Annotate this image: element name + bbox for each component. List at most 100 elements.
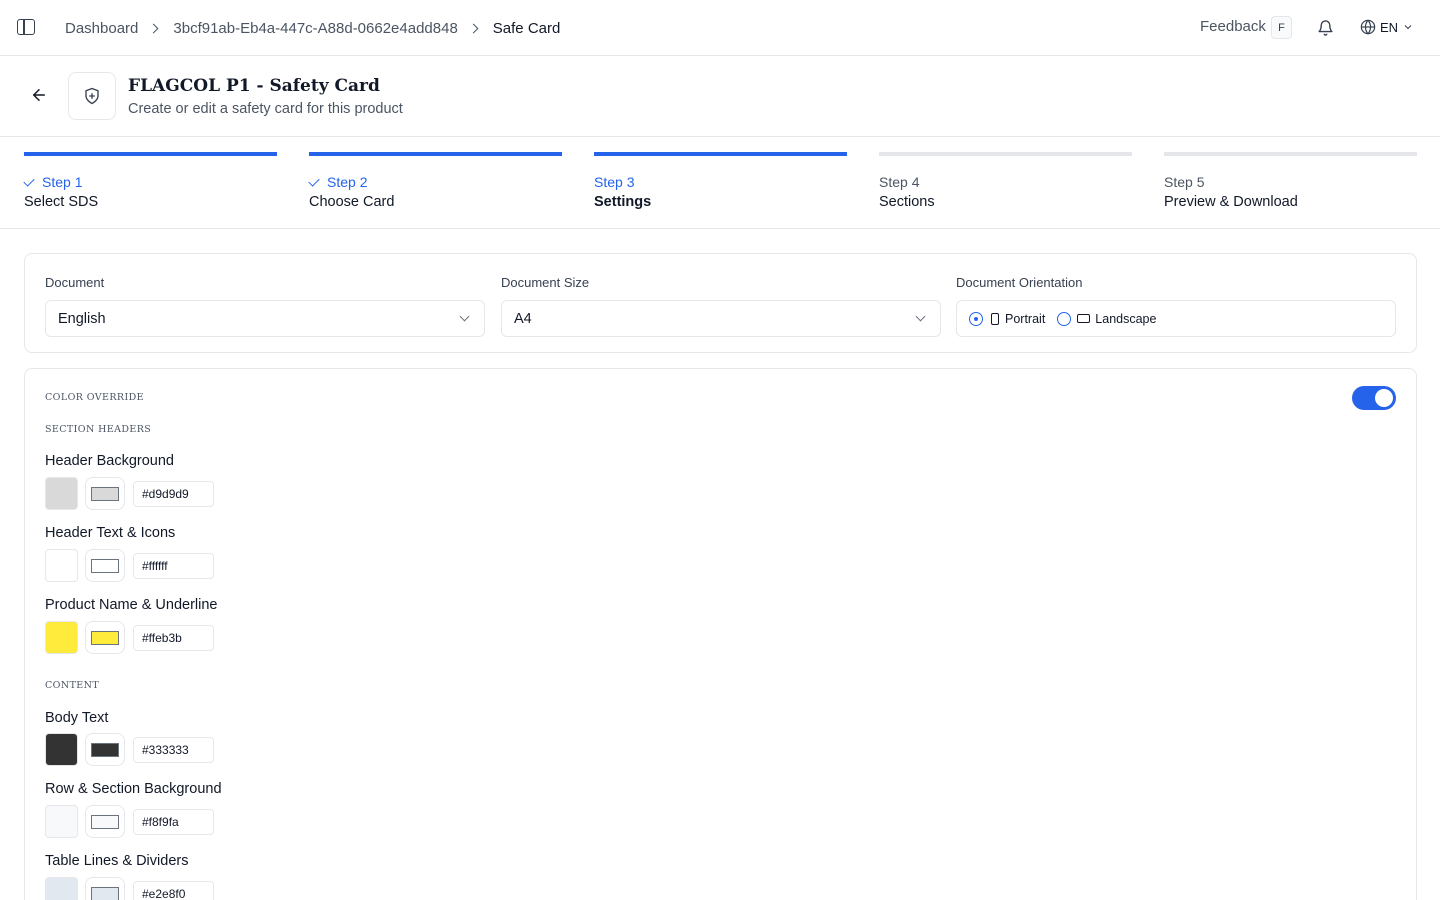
table-lines-dividers-label: Table Lines & Dividers (45, 853, 189, 869)
document-orientation-label: Document Orientation (956, 275, 1083, 290)
step-number: Step 1 (23, 174, 82, 190)
hex-input[interactable] (133, 736, 214, 763)
color-swatch[interactable] (45, 733, 78, 766)
color-swatch[interactable] (45, 805, 78, 838)
header-background-color-row (45, 477, 214, 510)
color-picker-button[interactable] (85, 477, 125, 510)
content-title: CONTENT (45, 680, 100, 691)
step-label: Settings (594, 194, 652, 210)
chevron-down-icon (915, 311, 926, 322)
color-swatch[interactable] (45, 549, 78, 582)
document-select[interactable]: English (45, 300, 485, 337)
feedback-button[interactable]: Feedback (1200, 18, 1266, 35)
color-picker-preview (91, 558, 119, 573)
color-override-title: COLOR OVERRIDE (45, 392, 144, 403)
shield-icon (68, 72, 116, 120)
color-swatch[interactable] (45, 477, 78, 510)
bell-icon[interactable] (1317, 19, 1334, 40)
globe-icon (1360, 19, 1376, 35)
step-progress-bar (24, 152, 277, 156)
step-4[interactable]: Step 4 Sections (879, 152, 1132, 222)
document-label: Document (45, 275, 105, 290)
breadcrumb-product-id[interactable]: 3bcf91ab-Eb4a-447c-A88d-0662e4add848 (173, 20, 457, 37)
chevron-down-icon (1404, 25, 1412, 30)
landscape-radio[interactable] (1057, 311, 1072, 326)
step-label: Preview & Download (1164, 194, 1298, 210)
step-2[interactable]: Step 2 Choose Card (308, 152, 562, 222)
color-picker-button[interactable] (85, 549, 125, 582)
stepper: Step 1 Select SDS Step 2 Choose Card Ste… (0, 137, 1440, 229)
color-picker-preview (91, 630, 119, 645)
language-selector[interactable]: EN (1360, 19, 1414, 35)
step-number: Step 3 (594, 174, 635, 190)
page-title: FLAGCOL P1 - Safety Card (128, 76, 380, 96)
row-section-background-color-row (45, 805, 214, 838)
breadcrumb-dashboard[interactable]: Dashboard (65, 20, 138, 37)
color-picker-button[interactable] (85, 805, 125, 838)
document-size-select[interactable]: A4 (501, 300, 941, 337)
check-icon (23, 174, 35, 187)
color-override-card: COLOR OVERRIDE SECTION HEADERS Header Ba… (24, 368, 1417, 900)
color-picker-button[interactable] (85, 733, 125, 766)
body-text-color-row (45, 733, 214, 766)
step-number: Step 2 (308, 174, 367, 190)
table-lines-dividers-color-row (45, 877, 214, 900)
section-headers-title: SECTION HEADERS (45, 424, 152, 435)
color-picker-button[interactable] (85, 621, 125, 654)
document-size-value: A4 (514, 310, 532, 327)
step-label: Choose Card (309, 194, 395, 210)
header-background-label: Header Background (45, 453, 174, 469)
landscape-icon (1077, 314, 1091, 323)
chevron-right-icon (148, 23, 159, 33)
product-name-underline-label: Product Name & Underline (45, 597, 218, 613)
chevron-right-icon (468, 23, 479, 33)
color-override-toggle[interactable] (1352, 386, 1396, 410)
color-picker-preview (91, 814, 119, 829)
hex-input[interactable] (133, 552, 214, 579)
header-text-icons-label: Header Text & Icons (45, 525, 176, 541)
step-5[interactable]: Step 5 Preview & Download (1164, 152, 1417, 222)
sidebar-toggle-icon[interactable] (17, 19, 35, 35)
breadcrumb: Dashboard 3bcf91ab-Eb4a-447c-A88d-0662e4… (65, 0, 560, 56)
step-label: Sections (879, 194, 935, 210)
step-1[interactable]: Step 1 Select SDS (23, 152, 277, 222)
hex-input[interactable] (133, 624, 214, 651)
product-name-underline-color-row (45, 621, 214, 654)
document-settings-card: Document English Document Size A4 Docume… (24, 253, 1417, 353)
step-number: Step 4 (879, 174, 920, 190)
page-subtitle: Create or edit a safety card for this pr… (128, 101, 403, 117)
step-progress-bar (309, 152, 562, 156)
color-picker-preview (91, 486, 119, 501)
toggle-knob (1375, 389, 1393, 407)
color-picker-button[interactable] (85, 877, 125, 900)
document-select-value: English (58, 310, 106, 327)
chevron-down-icon (459, 311, 470, 322)
row-section-background-label: Row & Section Background (45, 781, 222, 797)
step-number: Step 5 (1164, 174, 1205, 190)
step-3[interactable]: Step 3 Settings (594, 152, 847, 222)
color-swatch[interactable] (45, 877, 78, 900)
step-label: Select SDS (24, 194, 99, 210)
back-arrow-icon[interactable] (30, 86, 48, 107)
color-picker-preview (91, 742, 119, 757)
color-picker-preview (91, 886, 119, 900)
top-bar: Dashboard 3bcf91ab-Eb4a-447c-A88d-0662e4… (0, 0, 1440, 56)
feedback-shortcut-badge: F (1271, 16, 1292, 39)
hex-input[interactable] (133, 880, 214, 900)
header-text-icons-color-row (45, 549, 214, 582)
language-code: EN (1380, 19, 1399, 35)
breadcrumb-current: Safe Card (492, 19, 561, 37)
portrait-label[interactable]: Portrait (1005, 312, 1045, 326)
portrait-radio[interactable] (969, 311, 983, 326)
step-progress-bar (879, 152, 1132, 156)
landscape-label[interactable]: Landscape (1095, 312, 1156, 326)
document-size-label: Document Size (501, 275, 590, 290)
body-text-label: Body Text (45, 710, 109, 726)
orientation-radio-group: Portrait Landscape (956, 300, 1396, 337)
color-swatch[interactable] (45, 621, 78, 654)
step-progress-bar (1164, 152, 1417, 156)
hex-input[interactable] (133, 480, 214, 507)
step-progress-bar (594, 152, 847, 156)
hex-input[interactable] (133, 808, 214, 835)
check-icon (308, 174, 320, 187)
